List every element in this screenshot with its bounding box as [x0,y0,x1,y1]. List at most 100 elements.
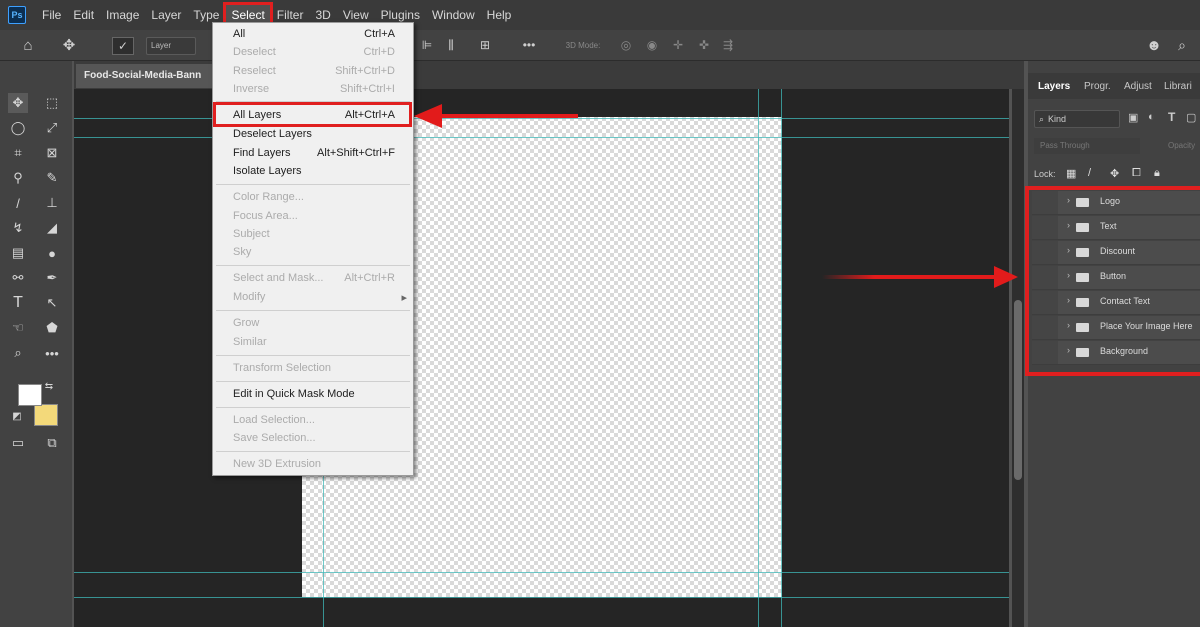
rectangle-tool-icon[interactable]: ⬟ [42,318,62,338]
menu-item-isolate-layers[interactable]: Isolate Layers [213,163,413,181]
hand-tool-icon[interactable]: ☜ [8,318,28,338]
quick-mask-icon[interactable]: ▭ [8,433,28,453]
3d-orbit-icon[interactable]: ◎ [618,37,634,53]
auto-select-dropdown[interactable]: Layer [146,37,196,55]
menu-item-find-layers[interactable]: Find Layers Alt+Shift+Ctrl+F [213,145,413,163]
distribute-icon[interactable]: ⊞ [478,37,492,53]
align-left-icon[interactable]: ⊫ [420,37,434,53]
3d-roll-icon[interactable]: ◉ [644,37,660,53]
menu-window[interactable]: Window [426,4,481,26]
pen-tool-icon[interactable]: ✒ [42,268,62,288]
shape-filter-icon[interactable]: ▢ [1186,111,1196,124]
menu-item-save-selection[interactable]: Save Selection... [213,430,413,448]
menu-item-new-3d-extrusion[interactable]: New 3D Extrusion [213,456,413,474]
all-layers-highlight-box [213,102,412,127]
vertical-guide-right-1 [758,89,759,627]
document-tab[interactable]: Food-Social-Media-Bann [76,64,234,88]
history-brush-tool-icon[interactable]: ↯ [8,218,28,238]
adjustment-filter-icon[interactable]: ◐ [1148,111,1155,123]
crop-tool-icon[interactable]: ⌗ [8,143,28,163]
more-tools-icon[interactable]: ••• [42,343,62,363]
menu-item-reselect[interactable]: Reselect Shift+Ctrl+D [213,63,413,81]
auto-select-checkbox[interactable]: ✓ [112,37,134,55]
3d-scale-icon[interactable]: ⇶ [720,37,736,53]
menu-item-transform-selection[interactable]: Transform Selection [213,360,413,378]
lock-all-icon[interactable]: 🔒︎ [1154,167,1160,180]
annotation-arrow-right-head-icon [994,266,1018,288]
lock-artboard-icon[interactable]: ⧠ [1132,167,1141,180]
3d-pan-icon[interactable]: ✛ [670,37,686,53]
path-selection-tool-icon[interactable]: ↖ [42,293,62,313]
menu-item-subject[interactable]: Subject [213,226,413,244]
horizontal-guide-bottom-2 [74,597,1009,598]
menu-edit[interactable]: Edit [67,4,100,26]
photoshop-logo-icon[interactable]: Ps [8,6,26,24]
menu-item-focus-area[interactable]: Focus Area... [213,208,413,226]
tab-libraries[interactable]: Librari [1164,81,1192,92]
scrollbar-thumb[interactable] [1014,300,1022,480]
clone-stamp-tool-icon[interactable]: ⊥ [42,193,62,213]
menu-item-grow[interactable]: Grow [213,315,413,333]
healing-brush-tool-icon[interactable]: ✎ [42,168,62,188]
type-filter-icon[interactable]: T [1168,110,1175,124]
menu-item-load-selection[interactable]: Load Selection... [213,412,413,430]
home-icon[interactable]: ⌂ [18,37,38,54]
move-tool-icon[interactable]: ✥ [8,93,28,113]
type-tool-icon[interactable]: T [8,293,28,313]
zoom-tool-icon[interactable]: ⌕ [8,343,28,363]
align-center-icon[interactable]: ⫼ [444,37,458,53]
lock-position-icon[interactable]: ✥ [1110,167,1119,180]
menu-item-deselect[interactable]: Deselect Ctrl+D [213,44,413,62]
dodge-tool-icon[interactable]: ⚯ [8,268,28,288]
marquee-tool-icon[interactable]: ⬚ [42,93,62,113]
foreground-color-swatch[interactable] [18,384,42,406]
submenu-arrow-icon: ▸ [401,292,407,304]
tab-adjustments[interactable]: Adjust [1124,81,1152,92]
background-color-swatch[interactable] [34,404,58,426]
pixel-filter-icon[interactable]: ▣ [1128,111,1138,124]
blend-mode-dropdown[interactable]: Pass Through [1034,138,1140,154]
menu-item-similar[interactable]: Similar [213,334,413,352]
menu-help[interactable]: Help [481,4,518,26]
menu-item-sky[interactable]: Sky [213,244,413,262]
share-icon[interactable]: ☻ [1144,37,1164,54]
filter-kind-dropdown[interactable]: ⌕ Kind [1034,110,1120,128]
swap-colors-icon[interactable]: ⇆ [42,379,56,393]
move-tool-icon[interactable]: ✥ [58,37,80,54]
3d-slide-icon[interactable]: ✜ [696,37,712,53]
default-colors-icon[interactable]: ◩ [10,409,24,423]
menu-bar: Ps File Edit Image Layer Type Select Fil… [0,0,1200,30]
menu-separator [216,310,410,311]
menu-layer[interactable]: Layer [145,4,187,26]
lock-pixels-icon[interactable]: / [1088,167,1091,179]
screen-mode-icon[interactable]: ⧉ [42,433,62,453]
menu-item-deselect-layers[interactable]: Deselect Layers [213,126,413,144]
tab-layers[interactable]: Layers [1038,81,1070,92]
menu-item-select-and-mask[interactable]: Select and Mask... Alt+Ctrl+R [213,270,413,288]
kind-label: Kind [1048,114,1067,124]
menu-item-color-range[interactable]: Color Range... [213,189,413,207]
search-icon[interactable]: ⌕ [1172,37,1192,53]
menu-file[interactable]: File [36,4,67,26]
options-bar: ⌂ ✥ ✓ Layer ⊫ ⫼ ⊞ ••• 3D Mode: ◎ ◉ ✛ ✜ ⇶… [0,30,1200,61]
more-options-icon[interactable]: ••• [520,37,538,53]
brush-tool-icon[interactable]: / [8,193,28,213]
annotation-arrow-right-shaft [822,275,998,279]
eraser-tool-icon[interactable]: ◢ [42,218,62,238]
lock-transparent-icon[interactable]: ▦ [1066,167,1076,180]
vertical-guide-right-2 [781,89,782,627]
menu-item-all[interactable]: All Ctrl+A [213,26,413,44]
tab-progress[interactable]: Progr. [1084,81,1111,92]
object-selection-tool-icon[interactable]: ⤢ [42,118,62,138]
lasso-tool-icon[interactable]: ◯ [8,118,28,138]
menu-item-inverse[interactable]: Inverse Shift+Ctrl+I [213,81,413,99]
menu-separator [216,407,410,408]
menu-item-modify[interactable]: Modify ▸ [213,289,413,307]
search-filter-icon: ⌕ [1039,114,1045,124]
gradient-tool-icon[interactable]: ▤ [8,243,28,263]
menu-image[interactable]: Image [100,4,145,26]
menu-item-quick-mask[interactable]: Edit in Quick Mask Mode [213,386,413,404]
eyedropper-tool-icon[interactable]: ⚲ [8,168,28,188]
frame-tool-icon[interactable]: ⊠ [42,143,62,163]
blur-tool-icon[interactable]: ● [42,243,62,263]
